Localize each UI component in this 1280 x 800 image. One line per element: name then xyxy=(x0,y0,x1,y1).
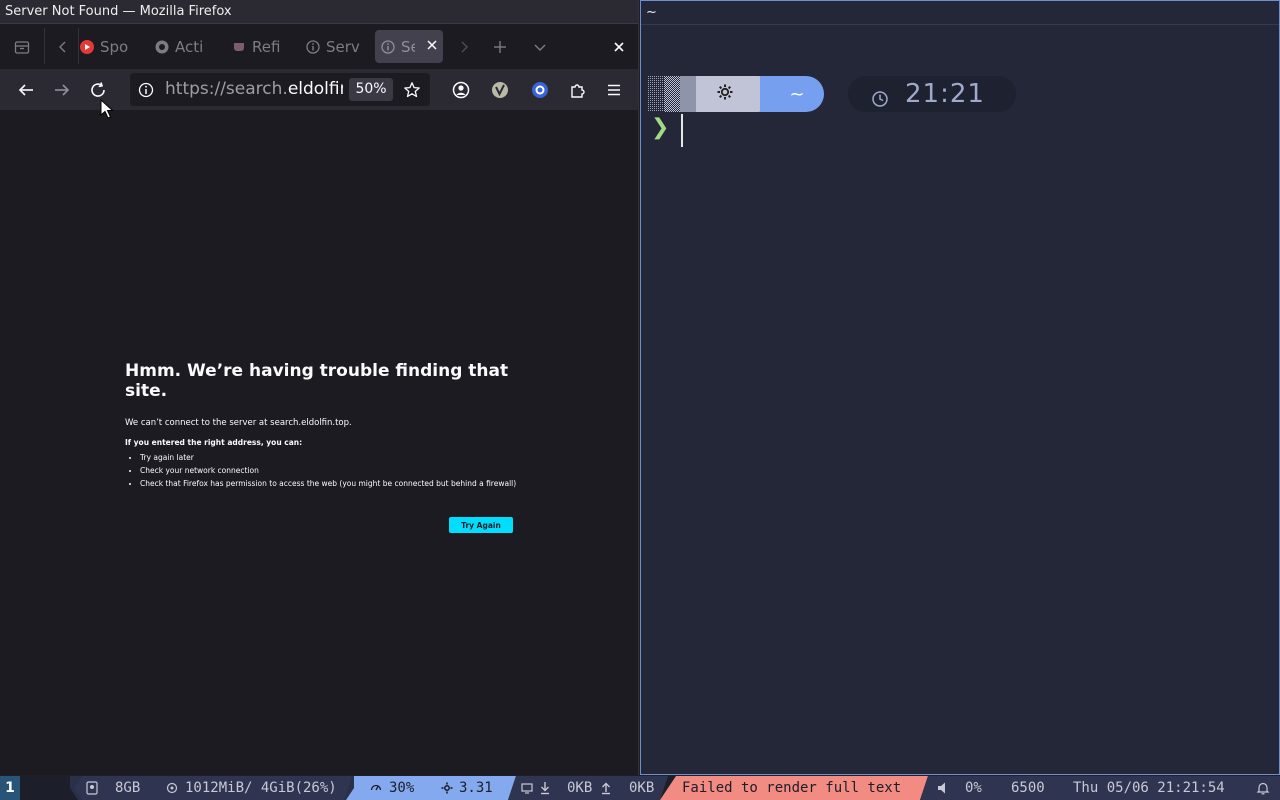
prompt-time-segment: 21:21 xyxy=(848,76,1016,112)
tab-actions[interactable]: Acti xyxy=(155,30,213,63)
memory-icon xyxy=(166,782,178,798)
clock-icon xyxy=(871,85,889,107)
forward-icon[interactable] xyxy=(50,78,74,102)
tabs-scroll-right-icon[interactable] xyxy=(452,35,476,59)
gear-icon xyxy=(716,83,734,105)
shell-prompt: ~ 21:21 xyxy=(648,76,1018,112)
volume-level[interactable]: 0% xyxy=(965,776,982,800)
account-icon[interactable] xyxy=(449,78,473,102)
cpu-gauge-icon xyxy=(370,782,382,798)
tab-overview-icon[interactable] xyxy=(10,35,34,59)
list-item: Check your network connection xyxy=(140,466,520,476)
cpu-usage: 30% xyxy=(389,780,415,796)
status-bar: 1 8GB 1012MiB/ 4GiB(26%) 30% 3.31 0KB 0K… xyxy=(0,776,1280,800)
prompt-symbol: ❯ xyxy=(651,115,670,140)
prompt-dither-decoration xyxy=(648,76,698,112)
page-content: Hmm. We’re having trouble finding that s… xyxy=(0,110,638,775)
error-title: Hmm. We’re having trouble finding that s… xyxy=(125,361,509,401)
list-item: Check that Firefox has permission to acc… xyxy=(140,479,520,489)
terminal-window[interactable]: ~ ~ 21:21 ❯ xyxy=(640,0,1280,775)
tab-strip: Spo Acti Refi Serv Se xyxy=(0,24,638,69)
extension-v-icon[interactable] xyxy=(488,78,512,102)
tabs-scroll-left-icon[interactable] xyxy=(51,35,75,59)
close-window-icon[interactable] xyxy=(607,35,631,59)
extensions-puzzle-icon[interactable] xyxy=(566,78,590,102)
firefox-window: Server Not Found — Mozilla Firefox Spo A… xyxy=(0,0,639,775)
tab-server[interactable]: Serv xyxy=(306,30,364,63)
net-download: 0KB xyxy=(567,780,593,796)
close-tab-icon[interactable] xyxy=(425,38,439,52)
prompt-directory-segment: ~ xyxy=(760,76,824,112)
memory-usage: 1012MiB/ 4GiB(26%) xyxy=(185,780,337,796)
load-gear-icon xyxy=(441,782,453,798)
extension-ublock-icon[interactable] xyxy=(528,78,552,102)
mouse-cursor-icon xyxy=(100,98,114,119)
tab-server-not-found[interactable]: Se xyxy=(375,30,443,63)
list-all-tabs-icon[interactable] xyxy=(528,35,552,59)
network-icon xyxy=(521,782,533,798)
speaker-icon[interactable] xyxy=(937,781,951,799)
tab-label: Se xyxy=(401,37,415,56)
prompt-time: 21:21 xyxy=(905,79,985,109)
date-time: Thu 05/06 21:21:54 xyxy=(1073,780,1225,796)
url-host: eldolfir xyxy=(287,79,343,99)
github-icon xyxy=(155,40,169,54)
try-again-button[interactable]: Try Again xyxy=(449,517,513,533)
error-suggestions-list: Try again later Check your network conne… xyxy=(125,453,520,492)
error-description: We can’t connect to the server at search… xyxy=(125,418,352,428)
tab-label: Spo xyxy=(100,37,129,56)
color-temperature: 6500 xyxy=(1011,780,1045,796)
download-icon xyxy=(539,781,551,799)
upload-icon xyxy=(600,781,612,799)
tab-label: Refi xyxy=(252,37,281,56)
hamburger-menu-icon[interactable] xyxy=(602,78,626,102)
url-bar[interactable]: https://search.eldolfir 50% xyxy=(130,73,430,106)
firefox-titlebar: Server Not Found — Mozilla Firefox xyxy=(0,0,638,24)
statusbar-error: Failed to render full text xyxy=(682,780,902,796)
url-prefix: https://search. xyxy=(165,79,288,99)
terminal-title: ~ xyxy=(646,5,657,20)
url-text[interactable]: https://search.eldolfir xyxy=(165,73,343,106)
net-upload: 0KB xyxy=(629,780,655,796)
site-info-icon[interactable] xyxy=(138,82,154,98)
text-cursor xyxy=(681,114,683,147)
zoom-level-button[interactable]: 50% xyxy=(349,78,393,101)
disk-usage: 8GB xyxy=(115,780,141,796)
notification-bell-icon[interactable] xyxy=(1256,781,1270,799)
prompt-directory: ~ xyxy=(789,83,805,105)
youtube-icon xyxy=(80,39,94,54)
title-divider xyxy=(641,24,1279,25)
disk-icon xyxy=(86,781,98,799)
error-suggestions-heading: If you entered the right address, you ca… xyxy=(125,438,303,447)
back-icon[interactable] xyxy=(14,78,38,102)
info-icon xyxy=(306,39,320,54)
bookmark-star-icon[interactable] xyxy=(403,81,421,99)
tab-spotify[interactable]: Spo xyxy=(80,30,132,63)
list-item: Try again later xyxy=(140,453,520,463)
tab-refined[interactable]: Refi xyxy=(232,30,288,63)
load-average: 3.31 xyxy=(459,780,493,796)
info-icon xyxy=(381,39,395,54)
new-tab-icon[interactable] xyxy=(488,35,512,59)
tab-label: Acti xyxy=(175,37,204,56)
tab-label: Serv xyxy=(326,37,360,56)
gitea-icon xyxy=(232,40,246,54)
